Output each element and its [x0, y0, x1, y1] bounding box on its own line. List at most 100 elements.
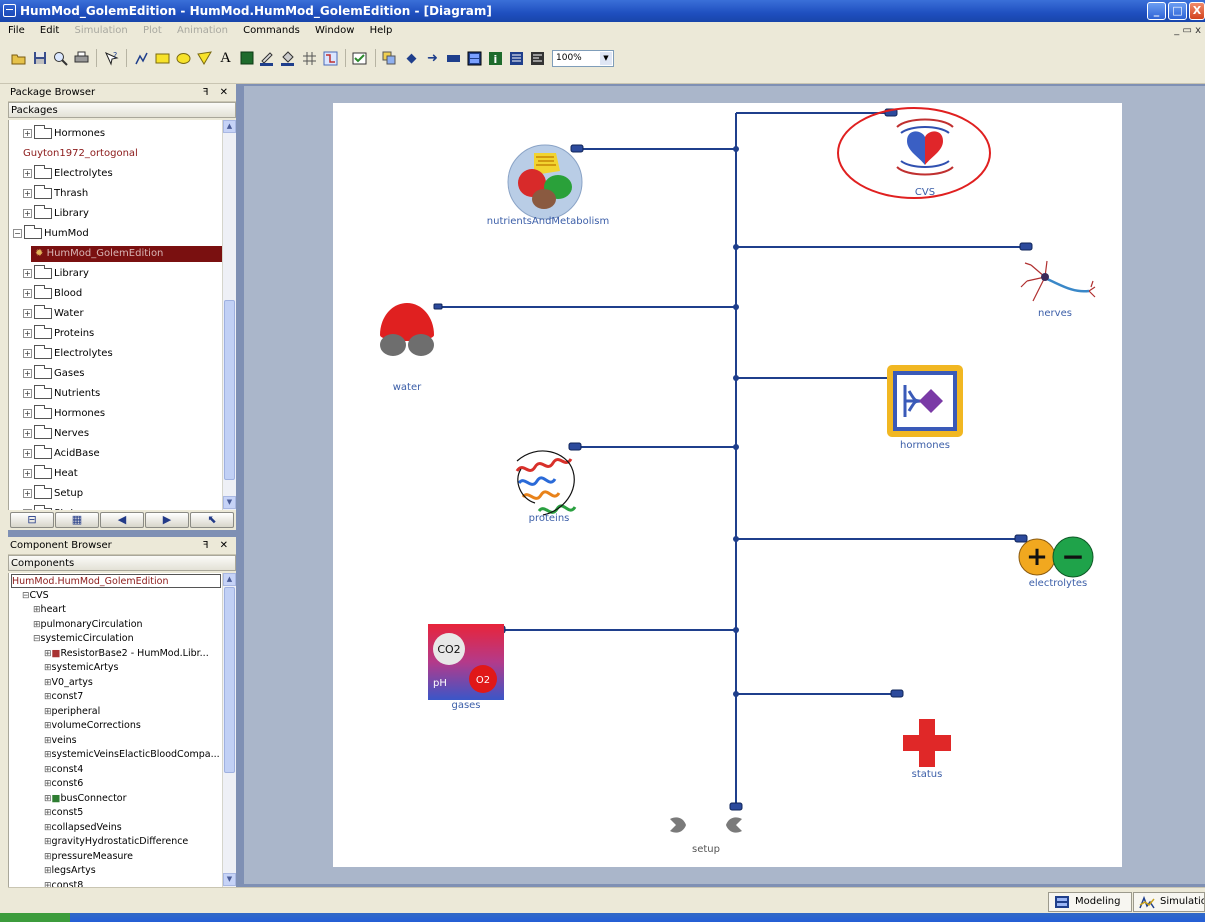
expand-icon[interactable]: +: [23, 328, 32, 338]
menu-window[interactable]: Window: [309, 22, 360, 40]
component-item[interactable]: ⊟systemicCirculation: [33, 632, 134, 646]
component-item[interactable]: ⊞volumeCorrections: [44, 719, 141, 733]
component-item[interactable]: ⊞gravityHydrostaticDifference: [44, 835, 188, 849]
text-view-icon[interactable]: [529, 50, 546, 67]
check-model-icon[interactable]: [352, 50, 369, 67]
package-item[interactable]: + Blood: [23, 284, 82, 302]
component-item[interactable]: HumMod.HumMod_GolemEdition: [11, 574, 221, 588]
diagram-view-icon[interactable]: [466, 50, 483, 67]
expand-icon[interactable]: ⊞: [44, 808, 52, 818]
package-item[interactable]: + Nutrients: [23, 384, 100, 402]
electrolytes-component-icon[interactable]: + −: [1017, 535, 1097, 579]
menu-plot[interactable]: Plot: [137, 22, 168, 40]
print-icon[interactable]: [73, 50, 90, 67]
package-item[interactable]: + Library: [23, 264, 89, 282]
component-item[interactable]: ⊞const7: [44, 690, 83, 704]
expand-icon[interactable]: +: [23, 168, 32, 178]
package-item[interactable]: + Proteins: [23, 324, 94, 342]
package-item[interactable]: + Hormones: [23, 404, 105, 422]
rectangle-tool-icon[interactable]: [154, 50, 171, 67]
water-component-icon[interactable]: [376, 301, 438, 361]
component-item[interactable]: ⊞systemicArtys: [44, 661, 118, 675]
component-item[interactable]: ⊞pressureMeasure: [44, 850, 133, 864]
component-item[interactable]: ⊞pulmonaryCirculation: [33, 618, 143, 632]
component-item[interactable]: ⊞legsArtys: [44, 864, 96, 878]
expand-icon[interactable]: +: [23, 428, 32, 438]
expand-icon[interactable]: ⊞: [44, 663, 52, 673]
grid-view-icon[interactable]: ▦: [55, 512, 99, 528]
expand-icon[interactable]: ⊞: [33, 620, 41, 630]
check-icon[interactable]: ?: [103, 50, 120, 67]
expand-icon[interactable]: +: [23, 268, 32, 278]
expand-icon[interactable]: +: [23, 128, 32, 138]
component-item[interactable]: ⊞■ResistorBase2 - HumMod.Libr...: [44, 647, 209, 661]
expand-icon[interactable]: ⊞: [44, 707, 52, 717]
component-item[interactable]: ⊞collapsedVeins: [44, 821, 122, 835]
package-tree-scrollbar[interactable]: ▲ ▼: [222, 120, 236, 510]
collapse-icon[interactable]: ⊟: [33, 634, 41, 644]
status-component-icon[interactable]: [901, 717, 953, 769]
menu-commands[interactable]: Commands: [237, 22, 306, 40]
package-item[interactable]: + Thrash: [23, 184, 88, 202]
maximize-button[interactable]: □: [1168, 2, 1187, 20]
info-view-icon[interactable]: i: [487, 50, 504, 67]
expand-icon[interactable]: +: [23, 408, 32, 418]
package-item[interactable]: + Electrolytes: [23, 164, 113, 182]
package-item[interactable]: Guyton1972_ortogonal: [23, 146, 138, 162]
expand-icon[interactable]: ⊞: [44, 678, 52, 688]
back-arrow-icon[interactable]: ◀: [100, 512, 144, 528]
proteins-component-icon[interactable]: [509, 441, 585, 521]
component-tree[interactable]: HumMod.HumMod_GolemEdition ⊟CVS ⊞heart ⊞pul…: [8, 573, 222, 887]
component-item[interactable]: ⊞heart: [33, 603, 66, 617]
package-item[interactable]: ✹ HumMod_GolemEdition: [31, 246, 222, 262]
fill-color-icon[interactable]: [280, 50, 297, 67]
connection-icon[interactable]: [322, 50, 339, 67]
line-color-icon[interactable]: [259, 50, 276, 67]
expand-icon[interactable]: ⊞: [44, 649, 52, 659]
expand-icon[interactable]: ⊞: [44, 721, 52, 731]
save-icon[interactable]: [31, 50, 48, 67]
expand-icon[interactable]: ⊞: [44, 779, 52, 789]
component-tree-scrollbar[interactable]: ▲ ▼: [222, 573, 236, 887]
component-item[interactable]: ⊞■busConnector: [44, 792, 127, 806]
mdi-window-buttons[interactable]: _ ▭ x: [1174, 22, 1201, 40]
expand-icon[interactable]: +: [23, 448, 32, 458]
component-item[interactable]: ⊞V0_artys: [44, 676, 93, 690]
package-item[interactable]: + Hormones: [23, 124, 105, 142]
line-tool-icon[interactable]: [133, 50, 150, 67]
ellipse-tool-icon[interactable]: [175, 50, 192, 67]
package-item[interactable]: + Heat: [23, 464, 78, 482]
component-item[interactable]: ⊞veins: [44, 734, 77, 748]
component-item[interactable]: ⊞const4: [44, 763, 83, 777]
zoom-select[interactable]: 100% ▼: [552, 49, 614, 67]
expand-icon[interactable]: +: [23, 188, 32, 198]
polygon-tool-icon[interactable]: [196, 50, 213, 67]
expand-icon[interactable]: +: [23, 208, 32, 218]
expand-icon[interactable]: +: [23, 288, 32, 298]
package-item[interactable]: + Water: [23, 304, 84, 322]
expand-icon[interactable]: +: [23, 308, 32, 318]
component-item[interactable]: ⊟CVS: [22, 589, 49, 603]
component-item[interactable]: ⊞const5: [44, 806, 83, 820]
component-item[interactable]: ⊞peripheral: [44, 705, 100, 719]
menu-edit[interactable]: Edit: [34, 22, 65, 40]
expand-icon[interactable]: +: [23, 388, 32, 398]
package-item[interactable]: − HumMod: [13, 224, 89, 242]
forward-arrow-icon[interactable]: ▶: [145, 512, 189, 528]
package-item[interactable]: + Library: [23, 204, 89, 222]
close-button[interactable]: X: [1189, 2, 1205, 20]
expand-icon[interactable]: ⊞: [44, 750, 52, 760]
expand-icon[interactable]: ⊞: [44, 736, 52, 746]
menu-file[interactable]: File: [2, 22, 31, 40]
package-item[interactable]: + Nerves: [23, 424, 89, 442]
component-item[interactable]: ⊞const8: [44, 879, 83, 888]
diagram-canvas[interactable]: nutrientsAndMetabolism CVS nerves water: [333, 103, 1122, 867]
cvs-component-icon[interactable]: [893, 113, 957, 181]
grid-icon[interactable]: [301, 50, 318, 67]
expand-icon[interactable]: ⊞: [44, 765, 52, 775]
hormones-component-icon[interactable]: [885, 363, 965, 439]
package-tree[interactable]: + Hormones Guyton1972_ortogonal + Electrolyt…: [8, 120, 222, 510]
text-tool-icon[interactable]: A: [217, 50, 234, 67]
bitmap-tool-icon[interactable]: [238, 50, 255, 67]
expand-icon[interactable]: +: [23, 368, 32, 378]
